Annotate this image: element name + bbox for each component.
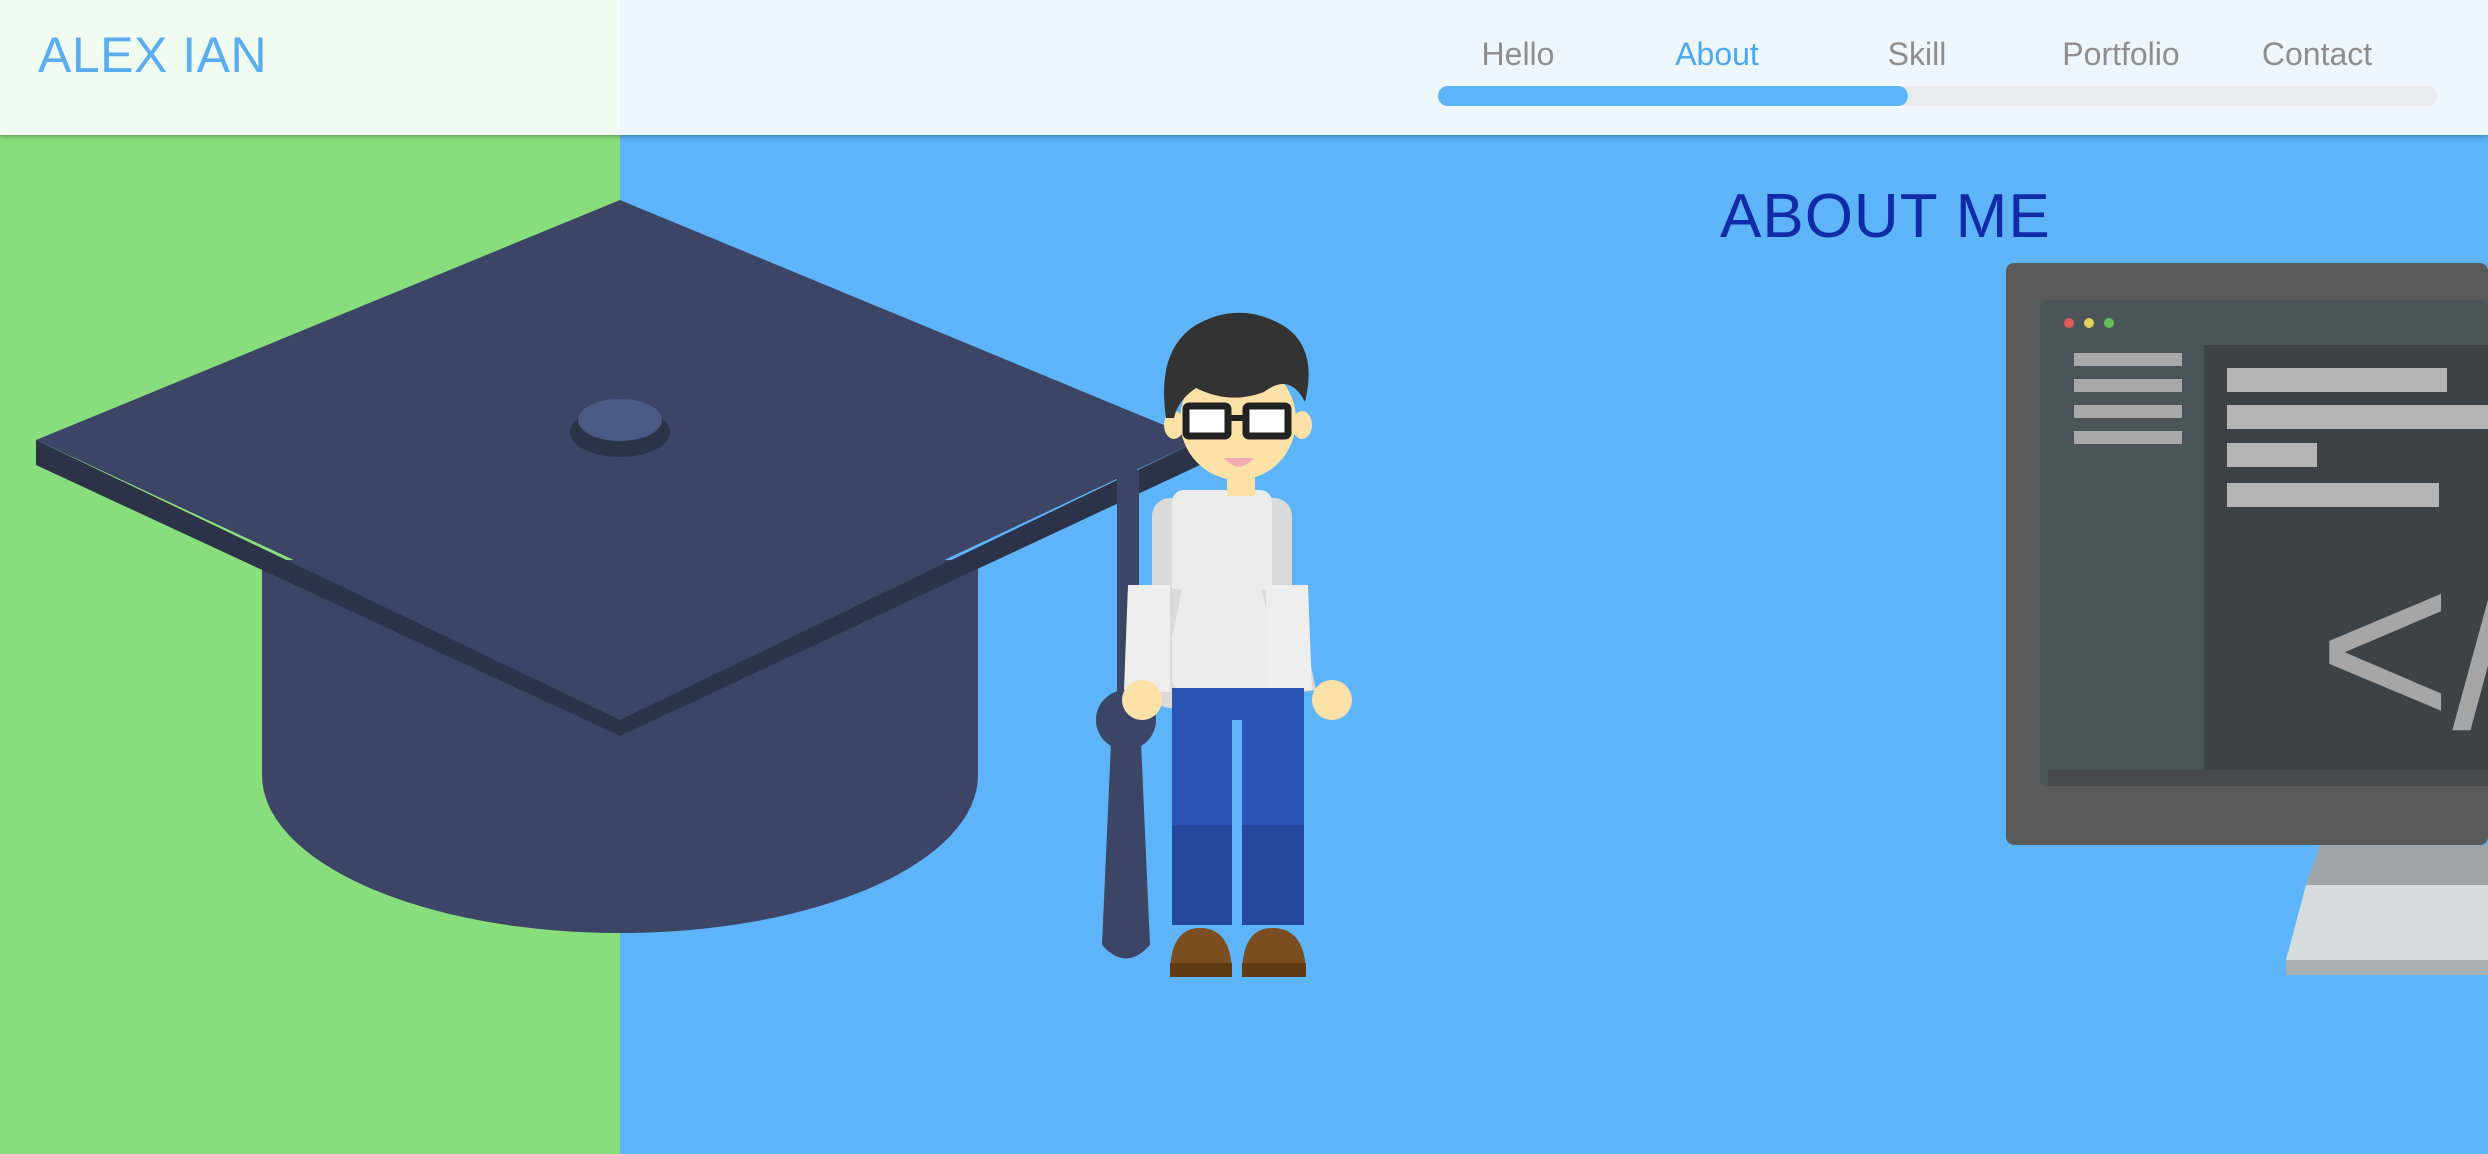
nav-progress-track <box>1438 86 2437 106</box>
site-logo[interactable]: ALEX IAN <box>38 30 267 80</box>
nav-skill[interactable]: Skill <box>1888 38 1947 70</box>
nav-hello[interactable]: Hello <box>1482 38 1555 70</box>
computer-monitor-code-illustration: </ <box>2006 263 2488 975</box>
graduation-cap-icon <box>36 200 1200 959</box>
section-title: ABOUT ME <box>1720 182 2051 251</box>
nav-progress-fill <box>1438 86 1908 106</box>
code-glyph: </ <box>2318 520 2488 777</box>
nav-about[interactable]: About <box>1675 38 1759 70</box>
person-with-glasses-illustration <box>1122 312 1352 977</box>
site-header: ALEX IAN Hello About Skill Portfolio Con… <box>0 0 2488 135</box>
nav-contact[interactable]: Contact <box>2262 38 2372 70</box>
nav-portfolio[interactable]: Portfolio <box>2062 38 2179 70</box>
about-scene-illustration: </ <box>36 200 2488 977</box>
